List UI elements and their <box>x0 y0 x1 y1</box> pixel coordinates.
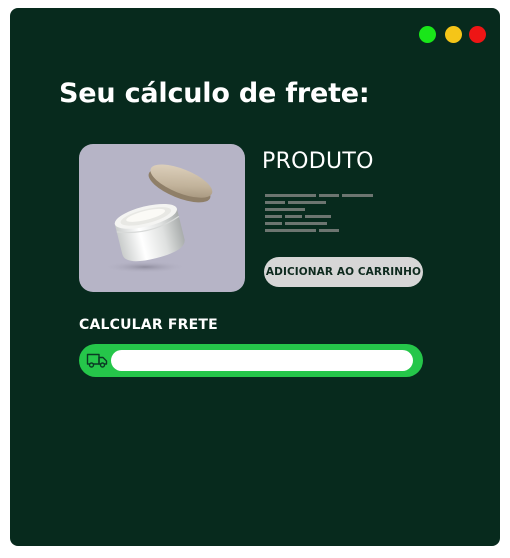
zip-code-input[interactable] <box>111 350 413 371</box>
description-line <box>285 222 327 225</box>
minimize-window-button[interactable] <box>445 26 462 43</box>
product-description-placeholder <box>265 193 385 235</box>
product-name: PRODUTO <box>262 149 374 174</box>
description-line <box>288 201 326 204</box>
description-line <box>265 194 316 197</box>
description-line <box>265 229 316 232</box>
description-line <box>285 215 302 218</box>
description-line <box>319 194 339 197</box>
close-window-button[interactable] <box>469 26 486 43</box>
description-line <box>265 222 282 225</box>
description-line <box>319 229 339 232</box>
description-line <box>265 201 285 204</box>
maximize-window-button[interactable] <box>419 26 436 43</box>
app-window: Seu cálculo de frete: PRODUTO ADICIONAR … <box>10 8 500 546</box>
description-line <box>265 208 305 211</box>
page-title: Seu cálculo de frete: <box>59 78 370 109</box>
cosmetic-jar-image <box>103 164 213 273</box>
add-to-cart-button[interactable]: ADICIONAR AO CARRINHO <box>264 257 423 287</box>
shipping-calculator <box>79 344 423 377</box>
calculate-shipping-label: CALCULAR FRETE <box>79 317 218 333</box>
product-image <box>79 144 245 292</box>
description-line <box>265 215 282 218</box>
description-line <box>305 215 331 218</box>
truck-icon <box>86 351 108 369</box>
description-line <box>342 194 373 197</box>
